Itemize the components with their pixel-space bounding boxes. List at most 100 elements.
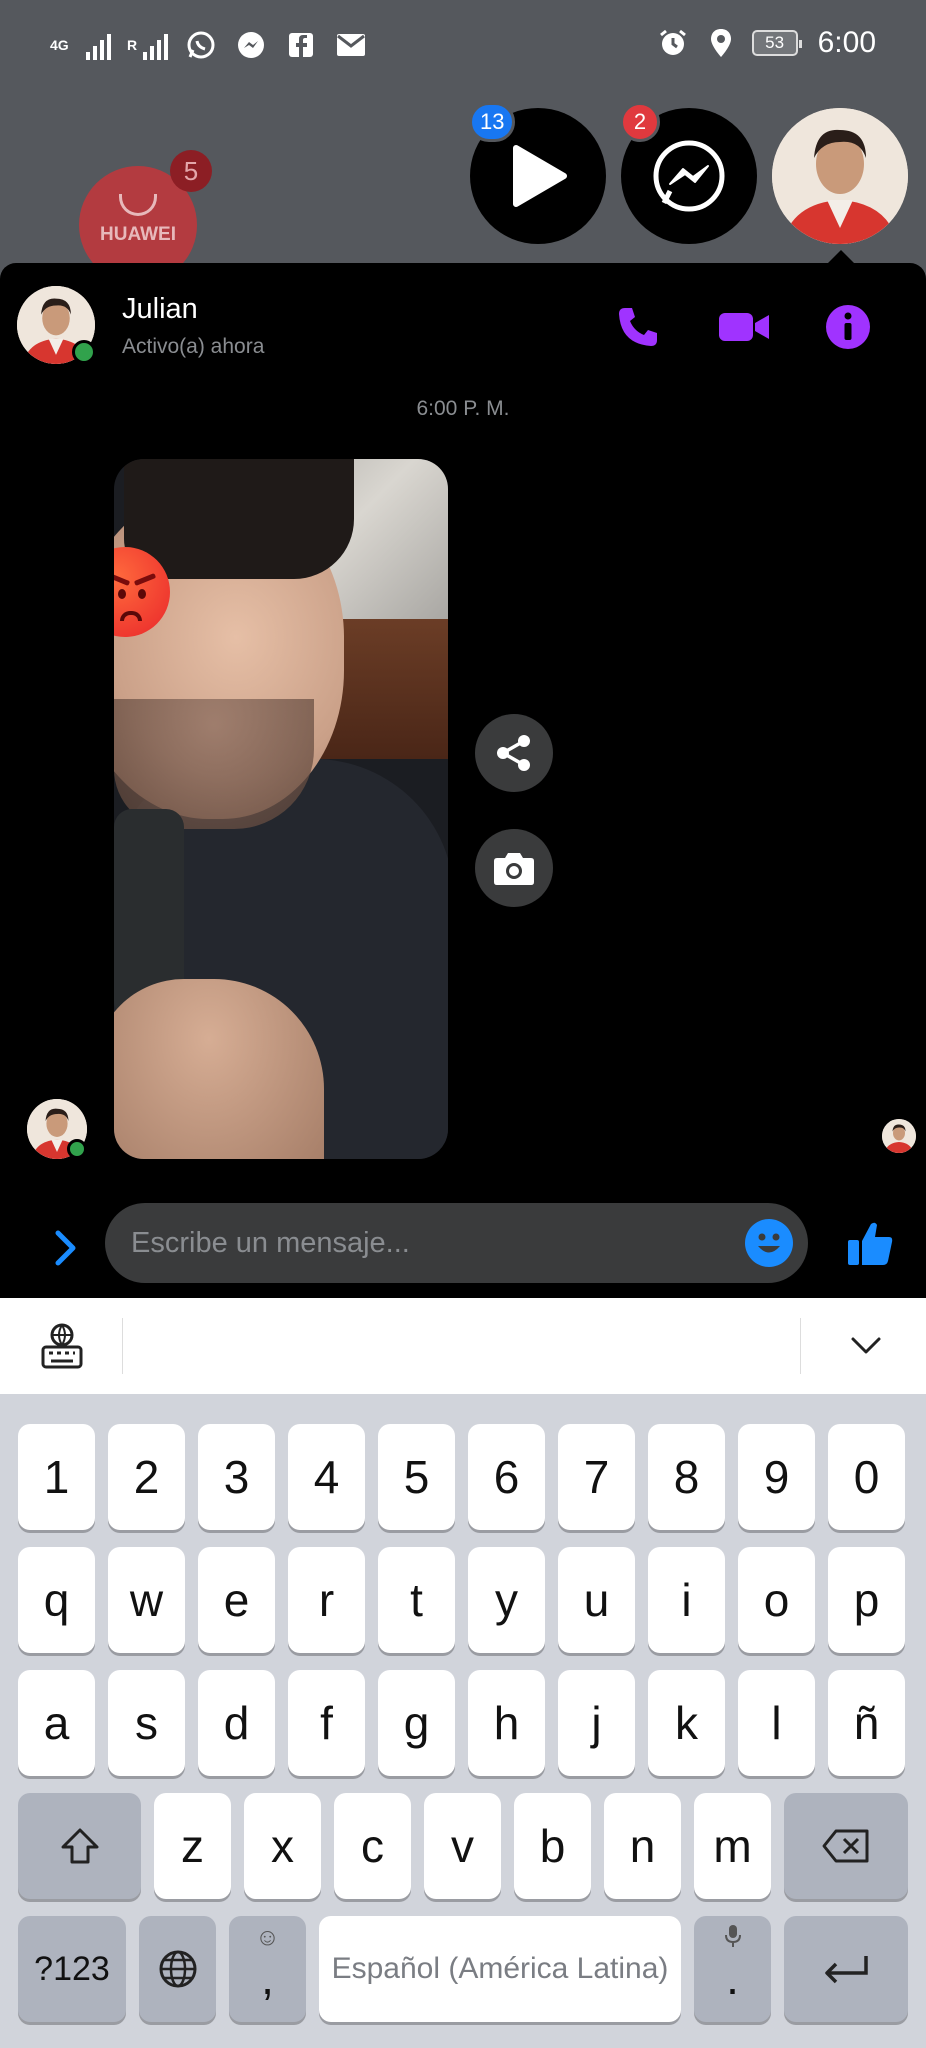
- number-key[interactable]: 9: [738, 1424, 815, 1530]
- letter-key[interactable]: c: [334, 1793, 411, 1899]
- letter-key[interactable]: i: [648, 1547, 725, 1653]
- symbols-key[interactable]: ?123: [18, 1916, 126, 2022]
- whatsapp-icon: [184, 28, 218, 62]
- chevron-down-icon: [851, 1337, 881, 1354]
- keyboard-row-function: ?123 ☺ , Español (América Latina) .: [0, 1916, 926, 2022]
- letter-key[interactable]: t: [378, 1547, 455, 1653]
- hide-keyboard-button[interactable]: [840, 1320, 892, 1372]
- letter-key[interactable]: z: [154, 1793, 231, 1899]
- letter-key[interactable]: j: [558, 1670, 635, 1776]
- number-key[interactable]: 5: [378, 1424, 455, 1530]
- globe-icon: [159, 1950, 196, 1988]
- video-camera-icon: [719, 313, 769, 341]
- letter-key[interactable]: h: [468, 1670, 545, 1776]
- shift-key[interactable]: [18, 1793, 141, 1899]
- avatar: [882, 1119, 916, 1153]
- letter-key[interactable]: a: [18, 1670, 95, 1776]
- letter-key[interactable]: s: [108, 1670, 185, 1776]
- letter-key[interactable]: q: [18, 1547, 95, 1653]
- video-call-button[interactable]: [716, 299, 772, 355]
- letter-key[interactable]: p: [828, 1547, 905, 1653]
- comma-key[interactable]: ☺ ,: [229, 1916, 306, 2022]
- photo-message[interactable]: [114, 459, 448, 1159]
- language-key[interactable]: [139, 1916, 216, 2022]
- battery-icon: 53: [751, 30, 802, 56]
- letter-key[interactable]: o: [738, 1547, 815, 1653]
- location-icon: [704, 26, 738, 60]
- facebook-icon: [284, 28, 318, 62]
- expand-actions-button[interactable]: [46, 1218, 86, 1278]
- play-icon: [513, 145, 567, 207]
- letter-key[interactable]: w: [108, 1547, 185, 1653]
- letter-key[interactable]: g: [378, 1670, 455, 1776]
- message-input[interactable]: [131, 1221, 711, 1265]
- number-key[interactable]: 4: [288, 1424, 365, 1530]
- messenger-icon: [234, 28, 268, 62]
- contact-name[interactable]: Julian: [122, 293, 198, 326]
- letter-key[interactable]: ñ: [828, 1670, 905, 1776]
- letter-key[interactable]: e: [198, 1547, 275, 1653]
- number-key[interactable]: 2: [108, 1424, 185, 1530]
- clock: 6:00: [817, 26, 876, 59]
- keyboard-row-top: qwertyuiop: [0, 1547, 926, 1653]
- keyboard: 1234567890 qwertyuiop asdfghjklñ zxcvbnm…: [0, 1394, 926, 2048]
- signal-icon: [143, 30, 168, 60]
- emoji-button[interactable]: [745, 1219, 793, 1267]
- contact-status: Activo(a) ahora: [122, 335, 265, 358]
- enter-icon: [825, 1956, 868, 1984]
- letter-key[interactable]: m: [694, 1793, 771, 1899]
- thumbs-up-icon: [848, 1222, 893, 1265]
- notification-badge: 13: [469, 102, 516, 142]
- letter-key[interactable]: x: [244, 1793, 321, 1899]
- like-button[interactable]: [840, 1213, 900, 1273]
- keyboard-row-bottom: zxcvbnm: [0, 1793, 926, 1899]
- number-key[interactable]: 6: [468, 1424, 545, 1530]
- space-key[interactable]: Español (América Latina): [319, 1916, 681, 2022]
- share-icon: [497, 735, 530, 771]
- letter-key[interactable]: r: [288, 1547, 365, 1653]
- letter-key[interactable]: k: [648, 1670, 725, 1776]
- letter-key[interactable]: f: [288, 1670, 365, 1776]
- letter-key[interactable]: d: [198, 1670, 275, 1776]
- letter-key[interactable]: u: [558, 1547, 635, 1653]
- letter-key[interactable]: y: [468, 1547, 545, 1653]
- chat-window: Julian Activo(a) ahora 6:00 P. M.: [0, 263, 926, 1298]
- save-photo-button[interactable]: [475, 829, 553, 907]
- divider: [122, 1318, 123, 1374]
- message-timestamp: 6:00 P. M.: [416, 397, 510, 420]
- audio-call-button[interactable]: [610, 299, 666, 355]
- chevron-right-icon: [55, 1230, 76, 1266]
- letter-key[interactable]: n: [604, 1793, 681, 1899]
- period-label: .: [726, 1952, 739, 2004]
- period-key[interactable]: .: [694, 1916, 771, 2022]
- battery-level: 53: [765, 33, 785, 52]
- share-button[interactable]: [475, 714, 553, 792]
- conversation-info-button[interactable]: [820, 299, 876, 355]
- letter-key[interactable]: l: [738, 1670, 815, 1776]
- chat-header: Julian Activo(a) ahora: [0, 263, 926, 383]
- keyboard-row-middle: asdfghjklñ: [0, 1670, 926, 1776]
- keyboard-settings-button[interactable]: [38, 1320, 86, 1372]
- letter-key[interactable]: v: [424, 1793, 501, 1899]
- chat-head-avatar[interactable]: [772, 108, 908, 244]
- keyboard-row-numbers: 1234567890: [0, 1424, 926, 1530]
- number-key[interactable]: 1: [18, 1424, 95, 1530]
- alarm-icon: [656, 26, 690, 60]
- enter-key[interactable]: [784, 1916, 908, 2022]
- read-receipt-avatar: [882, 1119, 916, 1153]
- number-key[interactable]: 0: [828, 1424, 905, 1530]
- letter-key[interactable]: b: [514, 1793, 591, 1899]
- number-key[interactable]: 8: [648, 1424, 725, 1530]
- number-key[interactable]: 3: [198, 1424, 275, 1530]
- number-key[interactable]: 7: [558, 1424, 635, 1530]
- shift-icon: [61, 1828, 98, 1864]
- smiley-icon: [758, 1233, 780, 1253]
- backspace-key[interactable]: [784, 1793, 908, 1899]
- network-type: 4G: [50, 37, 69, 53]
- camera-icon: [494, 853, 534, 885]
- sim2-badge: R: [127, 37, 138, 53]
- chat-head-pointer: [828, 250, 854, 263]
- phone-icon: [619, 308, 657, 346]
- divider: [800, 1318, 801, 1374]
- online-indicator: [67, 1139, 87, 1159]
